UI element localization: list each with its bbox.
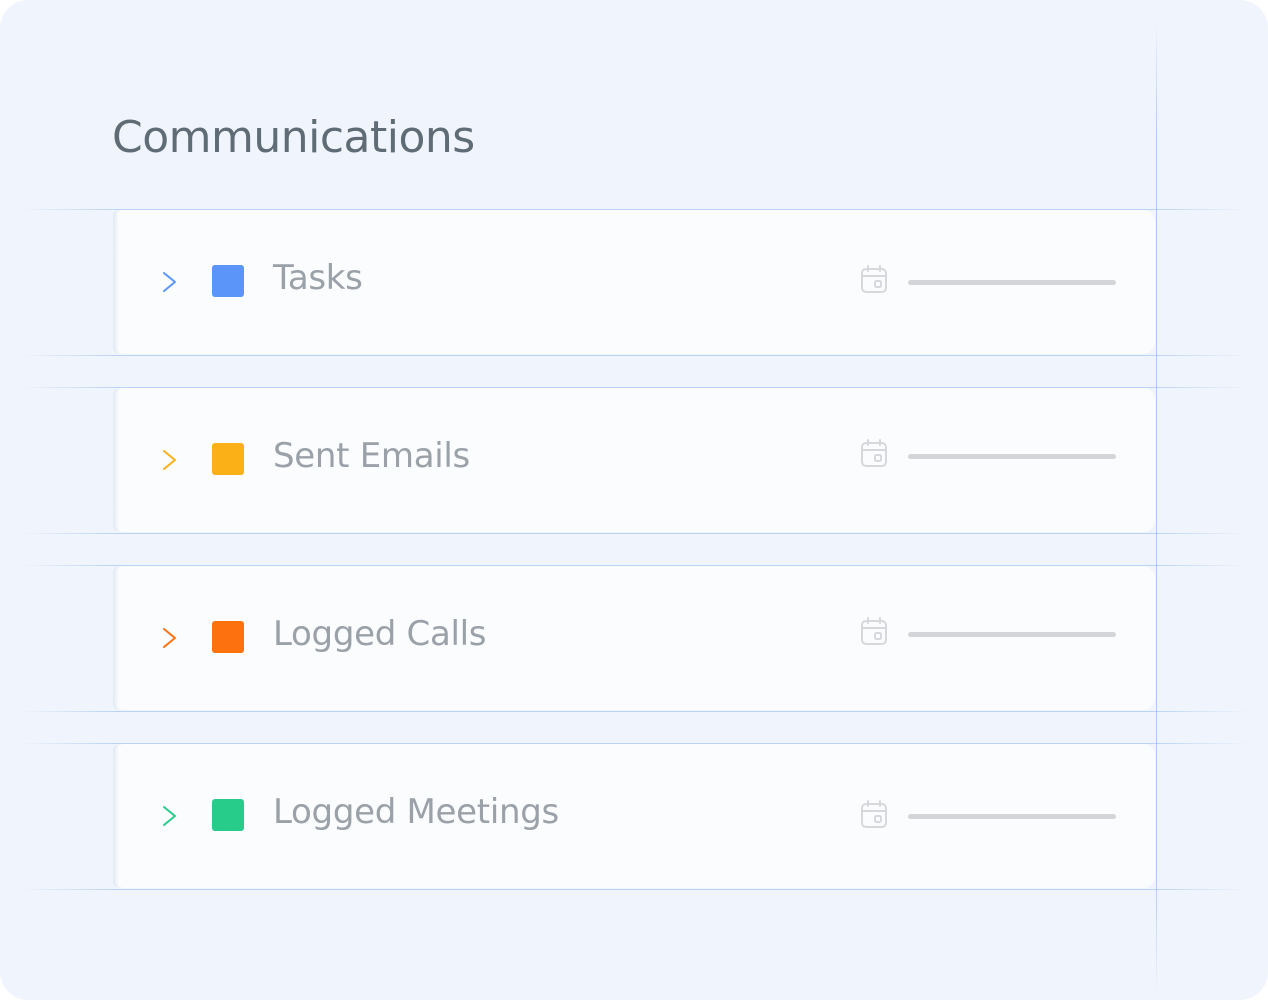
horizontal-guide-line xyxy=(18,355,1250,356)
category-color-swatch xyxy=(212,265,244,297)
chevron-right-icon[interactable] xyxy=(159,268,181,296)
list-item-label: Logged Meetings xyxy=(273,792,559,832)
list-item-tasks[interactable]: Tasks xyxy=(113,210,1155,354)
date-placeholder-bar xyxy=(908,632,1116,637)
list-item-logged-meetings[interactable]: Logged Meetings xyxy=(113,744,1155,888)
date-placeholder-bar xyxy=(908,454,1116,459)
horizontal-guide-line xyxy=(18,533,1250,534)
calendar-icon xyxy=(861,617,887,645)
list-item-logged-calls[interactable]: Logged Calls xyxy=(113,566,1155,710)
communications-panel: Communications Tasks Sent Emails Logged … xyxy=(0,0,1268,1000)
calendar-icon xyxy=(861,439,887,467)
horizontal-guide-line xyxy=(18,889,1250,890)
chevron-right-icon[interactable] xyxy=(159,802,181,830)
list-item-label: Logged Calls xyxy=(273,614,487,654)
calendar-icon xyxy=(861,265,887,293)
chevron-right-icon[interactable] xyxy=(159,446,181,474)
chevron-right-icon[interactable] xyxy=(159,624,181,652)
list-item-sent-emails[interactable]: Sent Emails xyxy=(113,388,1155,532)
vertical-guide-line xyxy=(1156,18,1157,994)
horizontal-guide-line xyxy=(18,711,1250,712)
page-title: Communications xyxy=(112,112,475,163)
category-color-swatch xyxy=(212,621,244,653)
date-placeholder-bar xyxy=(908,280,1116,285)
category-color-swatch xyxy=(212,443,244,475)
calendar-icon xyxy=(861,800,887,828)
category-color-swatch xyxy=(212,799,244,831)
date-placeholder-bar xyxy=(908,814,1116,819)
list-item-label: Sent Emails xyxy=(273,436,470,476)
list-item-label: Tasks xyxy=(273,258,363,298)
